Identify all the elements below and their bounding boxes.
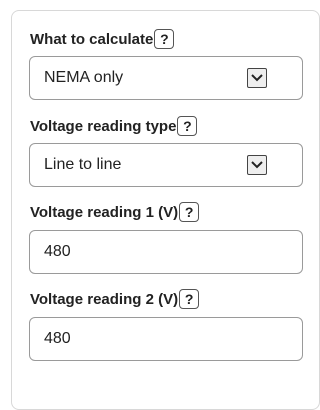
voltage-reading-type-label-text: Voltage reading type: [30, 118, 177, 135]
voltage-reading-1-input[interactable]: 480: [29, 230, 303, 274]
what-to-calculate-label-text: What to calculate: [30, 31, 154, 48]
chevron-down-icon[interactable]: [247, 68, 267, 88]
voltage-reading-2-label-text: Voltage reading 2 (V): [30, 291, 179, 308]
voltage-reading-1-label: Voltage reading 1 (V)?: [30, 202, 200, 224]
voltage-reading-2-input[interactable]: 480: [29, 317, 303, 361]
voltage-reading-type-value: Line to line: [44, 156, 122, 173]
voltage-reading-type-select[interactable]: Line to line: [29, 143, 303, 187]
chevron-down-icon[interactable]: [247, 155, 267, 175]
voltage-reading-2-help-button[interactable]: ?: [179, 289, 200, 310]
voltage-reading-type-help-button[interactable]: ?: [177, 116, 198, 137]
what-to-calculate-select[interactable]: NEMA only: [29, 56, 303, 100]
voltage-reading-1-value: 480: [44, 243, 71, 260]
what-to-calculate-help-button[interactable]: ?: [154, 29, 175, 50]
voltage-reading-2-value: 480: [44, 330, 71, 347]
what-to-calculate-value: NEMA only: [44, 69, 124, 86]
voltage-reading-1-help-button[interactable]: ?: [179, 202, 200, 223]
voltage-reading-2-label: Voltage reading 2 (V)?: [30, 289, 200, 311]
voltage-reading-1-label-text: Voltage reading 1 (V): [30, 204, 179, 221]
voltage-reading-type-label: Voltage reading type?: [30, 116, 198, 138]
what-to-calculate-label: What to calculate?: [30, 29, 175, 51]
